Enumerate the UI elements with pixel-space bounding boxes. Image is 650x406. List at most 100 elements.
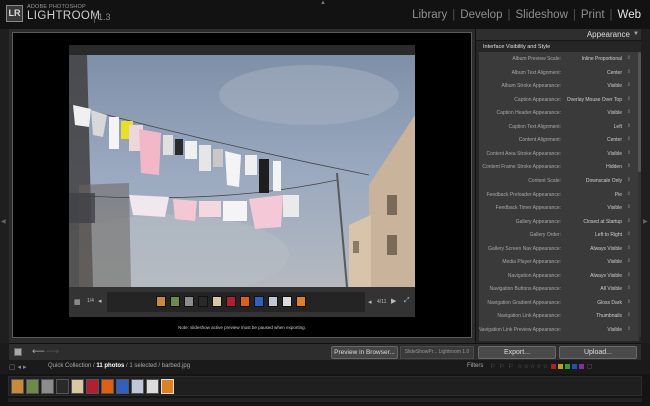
dropdown-arrow-icon[interactable]: ⇕ bbox=[627, 231, 631, 237]
stop-button[interactable] bbox=[14, 348, 22, 356]
setting-value[interactable]: Visible bbox=[607, 327, 622, 333]
setting-row[interactable]: Navigation Appearance: Always Visible ⇕ bbox=[479, 269, 639, 283]
dropdown-arrow-icon[interactable]: ⇕ bbox=[627, 285, 631, 291]
dropdown-arrow-icon[interactable]: ⇕ bbox=[627, 163, 631, 169]
setting-row[interactable]: Caption Appearance: Overlay Mouse Over To… bbox=[479, 93, 639, 107]
collapse-triangle-icon[interactable]: ▼ bbox=[633, 31, 639, 37]
preview-thumbnail[interactable] bbox=[170, 296, 180, 307]
setting-row[interactable]: Content Frame Stroke Appearance: Hidden ⇕ bbox=[479, 160, 639, 174]
dropdown-arrow-icon[interactable]: ⇕ bbox=[627, 109, 631, 115]
dropdown-arrow-icon[interactable]: ⇕ bbox=[627, 326, 631, 332]
filmstrip-scrollbar[interactable] bbox=[8, 398, 642, 402]
preview-thumbnail[interactable] bbox=[296, 296, 306, 307]
setting-row[interactable]: Content Scale: Downscale Only ⇕ bbox=[479, 174, 639, 188]
top-panel-toggle-icon[interactable]: ▲ bbox=[320, 0, 326, 6]
setting-value[interactable]: Always Visible bbox=[590, 273, 622, 279]
setting-row[interactable]: Album Preview Scale: Inline Proportional ⇕ bbox=[479, 52, 639, 66]
setting-row[interactable]: Album Stroke Appearance: Visible ⇕ bbox=[479, 79, 639, 93]
right-panel-toggle-icon[interactable]: ▶ bbox=[643, 218, 648, 225]
setting-row[interactable]: Navigation Link Preview Appearance: Visib… bbox=[479, 323, 639, 337]
dropdown-arrow-icon[interactable]: ⇕ bbox=[627, 272, 631, 278]
setting-row[interactable]: Navigation Link Appearance: Thumbnails ⇕ bbox=[479, 309, 639, 323]
setting-value[interactable]: Downscale Only bbox=[586, 178, 622, 184]
forward-arrow-icon[interactable]: ⟶ bbox=[46, 346, 59, 357]
filmstrip-thumbnail[interactable] bbox=[11, 379, 24, 394]
setting-value[interactable]: Inline Proportional bbox=[582, 56, 622, 62]
setting-value[interactable]: Visible bbox=[607, 259, 622, 265]
dropdown-arrow-icon[interactable]: ⇕ bbox=[627, 150, 631, 156]
dropdown-arrow-icon[interactable]: ⇕ bbox=[627, 123, 631, 129]
filmstrip-thumbnail[interactable] bbox=[56, 379, 69, 394]
dropdown-arrow-icon[interactable]: ⇕ bbox=[627, 258, 631, 264]
filmstrip-thumbnail[interactable] bbox=[86, 379, 99, 394]
dropdown-arrow-icon[interactable]: ⇕ bbox=[627, 299, 631, 305]
setting-row[interactable]: Media Player Appearance: Visible ⇕ bbox=[479, 255, 639, 269]
setting-value[interactable]: Pie bbox=[615, 192, 622, 198]
setting-value[interactable]: Center bbox=[607, 137, 622, 143]
setting-value[interactable]: Gloss Dark bbox=[597, 300, 622, 306]
dropdown-arrow-icon[interactable]: ⇕ bbox=[627, 312, 631, 318]
preview-in-browser-button[interactable]: Preview in Browser... bbox=[331, 346, 398, 359]
setting-row[interactable]: Navigation Gradient Appearance: Gloss Dar… bbox=[479, 296, 639, 310]
setting-value[interactable]: Left to Right bbox=[595, 232, 622, 238]
dropdown-arrow-icon[interactable]: ⇕ bbox=[627, 245, 631, 251]
module-develop[interactable]: Develop bbox=[460, 9, 502, 21]
dropdown-arrow-icon[interactable]: ⇕ bbox=[627, 55, 631, 61]
preview-thumbnail[interactable] bbox=[240, 296, 250, 307]
dropdown-arrow-icon[interactable]: ⇕ bbox=[627, 218, 631, 224]
panel-header[interactable]: Appearance ▼ bbox=[476, 29, 642, 41]
module-print[interactable]: Print bbox=[581, 9, 605, 21]
filmstrip-thumbnail[interactable] bbox=[146, 379, 159, 394]
filmstrip-thumbnail[interactable] bbox=[131, 379, 144, 394]
filmstrip-thumbnail[interactable] bbox=[26, 379, 39, 394]
back-arrow-icon[interactable]: ⟵ bbox=[32, 346, 45, 357]
setting-row[interactable]: Caption Header Appearance: Visible ⇕ bbox=[479, 106, 639, 120]
fullscreen-icon[interactable]: ⤢ bbox=[404, 297, 410, 305]
dropdown-arrow-icon[interactable]: ⇕ bbox=[627, 204, 631, 210]
preview-thumbnail[interactable] bbox=[198, 296, 208, 307]
grid-icon[interactable]: ▦ bbox=[74, 298, 81, 306]
setting-row[interactable]: Feedback Preloader Appearance: Pie ⇕ bbox=[479, 188, 639, 202]
preview-thumbnail[interactable] bbox=[184, 296, 194, 307]
setting-value[interactable]: Overlay Mouse Over Top bbox=[567, 97, 622, 103]
setting-value[interactable]: Visible bbox=[607, 205, 622, 211]
left-panel-toggle-icon[interactable]: ◀ bbox=[1, 218, 6, 225]
preview-thumbnail[interactable] bbox=[156, 296, 166, 307]
setting-row[interactable]: Caption Text Alignment: Left ⇕ bbox=[479, 120, 639, 134]
module-slideshow[interactable]: Slideshow bbox=[515, 9, 567, 21]
setting-value[interactable]: Visible bbox=[607, 110, 622, 116]
dropdown-arrow-icon[interactable]: ⇕ bbox=[627, 177, 631, 183]
dropdown-arrow-icon[interactable]: ⇕ bbox=[627, 191, 631, 197]
filmstrip-thumbnail[interactable] bbox=[116, 379, 129, 394]
filmstrip-thumbnail[interactable] bbox=[101, 379, 114, 394]
setting-value[interactable]: Center bbox=[607, 70, 622, 76]
setting-row[interactable]: Content Alignment: Center ⇕ bbox=[479, 133, 639, 147]
setting-row[interactable]: Gallery Order: Left to Right ⇕ bbox=[479, 228, 639, 242]
preview-thumbnail[interactable] bbox=[212, 296, 222, 307]
setting-value[interactable]: Hidden bbox=[606, 164, 622, 170]
preview-thumbnail[interactable] bbox=[268, 296, 278, 307]
upload-button[interactable]: Upload... bbox=[559, 346, 637, 359]
prev-page-icon[interactable]: ◂ bbox=[98, 297, 102, 305]
setting-value[interactable]: Thumbnails bbox=[596, 313, 622, 319]
setting-value[interactable]: Always Visible bbox=[590, 246, 622, 252]
dropdown-arrow-icon[interactable]: ⇕ bbox=[627, 69, 631, 75]
module-web[interactable]: Web bbox=[618, 9, 641, 21]
setting-value[interactable]: Closed at Startup bbox=[583, 219, 622, 225]
dropdown-arrow-icon[interactable]: ⇕ bbox=[627, 136, 631, 142]
setting-row[interactable]: Gallery Screen Nav Appearance: Always Vis… bbox=[479, 242, 639, 256]
setting-row[interactable]: Gallery Appearance: Closed at Startup ⇕ bbox=[479, 215, 639, 229]
filmstrip-source[interactable]: Quick Collection / 11 photos / 1 selecte… bbox=[48, 363, 190, 369]
setting-value[interactable]: Visible bbox=[607, 151, 622, 157]
filmstrip-thumbnail[interactable] bbox=[41, 379, 54, 394]
setting-value[interactable]: Visible bbox=[607, 83, 622, 89]
preview-thumbnail[interactable] bbox=[226, 296, 236, 307]
setting-value[interactable]: Left bbox=[614, 124, 622, 130]
play-icon[interactable]: ▶ bbox=[391, 297, 396, 305]
filmstrip-thumbnail[interactable] bbox=[71, 379, 84, 394]
setting-row[interactable]: Content Area Stroke Appearance: Visible ⇕ bbox=[479, 147, 639, 161]
prev-slide-icon[interactable]: ◂ bbox=[368, 298, 372, 306]
filmstrip-thumbnail[interactable] bbox=[161, 379, 174, 394]
setting-row[interactable]: Navigation Buttons Appearance: All Visibl… bbox=[479, 282, 639, 296]
dropdown-arrow-icon[interactable]: ⇕ bbox=[627, 96, 631, 102]
